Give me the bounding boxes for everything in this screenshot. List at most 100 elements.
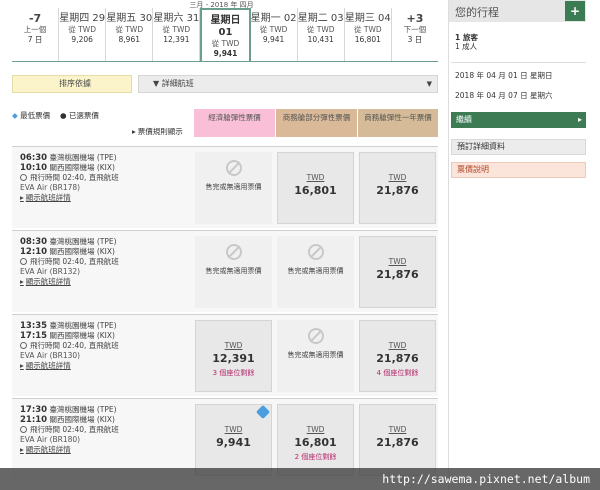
- date-divider: [12, 61, 438, 62]
- date-cell[interactable]: 星期日 01 從 TWD 9,941: [200, 8, 251, 62]
- fare-amount: 12,391: [212, 352, 255, 365]
- flight-row: 06:30 臺灣桃園機場 (TPE) 10:10 關西國際機場 (KIX) 飛行…: [12, 146, 438, 228]
- divider: [451, 62, 586, 63]
- date-bottom: 12,391: [163, 35, 190, 44]
- itinerary-title: 您的行程: [455, 6, 499, 19]
- unavailable-icon: [307, 328, 324, 344]
- flight-details-filter[interactable]: ▼ 詳細航班 ▼: [138, 75, 438, 93]
- flight-details-link[interactable]: 顯示航班詳情: [20, 361, 195, 371]
- unavailable-icon: [225, 160, 242, 176]
- departure-airport: 臺灣桃園機場 (TPE): [49, 153, 117, 162]
- fare-option[interactable]: TWD 12,391 3 個座位剩餘: [195, 320, 272, 392]
- fare-unavailable: 售完或無適用票價: [195, 236, 272, 308]
- date-bottom: 16,801: [354, 35, 381, 44]
- fare-amount: 16,801: [294, 184, 337, 197]
- legend-selected: 已選票價: [68, 111, 99, 120]
- date-top: 星期五 30: [106, 13, 153, 24]
- departure-time: 06:30: [20, 153, 48, 163]
- arrival-airport: 關西國際機場 (KIX): [49, 415, 115, 424]
- departure-date: 2018 年 04 月 01 日 星期日: [455, 71, 553, 80]
- clock-icon: [20, 342, 27, 349]
- unavailable-text: 售完或無適用票價: [205, 267, 262, 275]
- fare-amount: 16,801: [294, 436, 337, 449]
- fare-amount: 21,876: [376, 268, 419, 281]
- date-cell[interactable]: 星期三 04 從 TWD 16,801: [345, 8, 392, 62]
- airline: EVA Air (BR180): [20, 435, 81, 444]
- fare-info-button[interactable]: 票價說明: [451, 162, 586, 178]
- sort-dropdown[interactable]: 排序依據: [12, 75, 132, 93]
- flight-duration: 飛行時間 02:40, 直飛航班: [30, 341, 119, 350]
- fare-option[interactable]: TWD 21,876: [359, 236, 436, 308]
- date-mid: 從 TWD: [162, 25, 191, 34]
- date-cell[interactable]: 星期四 29 從 TWD 9,206: [59, 8, 107, 62]
- expand-plus-button[interactable]: +: [565, 1, 585, 21]
- date-top: -7: [28, 12, 42, 25]
- lowest-fare-tag-icon: ◆: [12, 111, 18, 120]
- date-top: 星期日 01: [210, 15, 241, 38]
- flight-details-link[interactable]: 顯示航班詳情: [20, 445, 195, 455]
- booking-details-button[interactable]: 預訂詳細資料: [451, 139, 586, 155]
- fare-option[interactable]: TWD 9,941: [195, 404, 272, 476]
- fare-currency: TWD: [388, 173, 407, 182]
- clock-icon: [20, 426, 27, 433]
- fare-amount: 21,876: [376, 184, 419, 197]
- departure-airport: 臺灣桃園機場 (TPE): [49, 321, 117, 330]
- date-mid: 從 TWD: [211, 39, 240, 48]
- date-mid: 從 TWD: [115, 25, 144, 34]
- arrival-airport: 關西國際機場 (KIX): [49, 163, 115, 172]
- date-bottom: 9,206: [71, 35, 93, 44]
- flight-row: 08:30 臺灣桃園機場 (TPE) 12:10 關西國際機場 (KIX) 飛行…: [12, 230, 438, 312]
- legend-lowest: 最低票價: [20, 111, 51, 120]
- return-date: 2018 年 04 月 07 日 星期六: [455, 91, 553, 100]
- flight-info: 08:30 臺灣桃園機場 (TPE) 12:10 關西國際機場 (KIX) 飛行…: [20, 237, 195, 287]
- flight-duration: 飛行時間 02:40, 直飛航班: [30, 425, 119, 434]
- chevron-right-icon: ▸: [577, 115, 582, 124]
- date-cell[interactable]: 星期六 31 從 TWD 12,391: [153, 8, 201, 62]
- next-days-button[interactable]: +3 下一個 3 日: [392, 8, 438, 62]
- departure-airport: 臺灣桃園機場 (TPE): [49, 237, 117, 246]
- flight-details-link[interactable]: 顯示航班詳情: [20, 193, 195, 203]
- date-bottom: 7 日: [27, 35, 43, 44]
- departure-time: 13:35: [20, 321, 48, 331]
- continue-button[interactable]: 繼續 ▸: [451, 112, 586, 128]
- passenger-count: 1 旅客: [455, 33, 478, 42]
- flight-info: 13:35 臺灣桃園機場 (TPE) 17:15 關西國際機場 (KIX) 飛行…: [20, 321, 195, 371]
- date-bottom: 8,961: [118, 35, 141, 44]
- fare-unavailable: 售完或無適用票價: [277, 236, 354, 308]
- fare-option[interactable]: TWD 16,801: [277, 152, 354, 224]
- date-mid: 從 TWD: [306, 25, 335, 34]
- dropdown-arrow-icon: ▼: [426, 80, 432, 88]
- date-mid: 從 TWD: [68, 25, 96, 34]
- flight-results-panel: 三月 - 2018 年 四月 -7 上一個 7 日星期四 29 從 TWD 9,206 星…: [0, 0, 443, 490]
- date-top: +3: [406, 12, 424, 25]
- date-cell[interactable]: 星期五 30 從 TWD 8,961: [106, 8, 154, 62]
- fare-currency: TWD: [388, 257, 407, 266]
- arrival-time: 21:10: [20, 415, 48, 425]
- flight-row: 13:35 臺灣桃園機場 (TPE) 17:15 關西國際機場 (KIX) 飛行…: [12, 314, 438, 396]
- fare-option[interactable]: TWD 21,876: [359, 152, 436, 224]
- date-cell[interactable]: 星期二 03 從 TWD 10,431: [298, 8, 345, 62]
- date-cell[interactable]: 星期一 02 從 TWD 9,941: [251, 8, 298, 62]
- fare-option[interactable]: TWD 21,876 4 個座位剩餘: [359, 320, 436, 392]
- column-business-partial-flex: 商務艙部分彈性票價: [276, 109, 357, 137]
- sort-label: 排序依據: [59, 79, 91, 88]
- fare-option[interactable]: TWD 16,801 2 個座位剩餘: [277, 404, 354, 476]
- unavailable-text: 售完或無適用票價: [205, 183, 262, 191]
- fare-option[interactable]: TWD 21,876: [359, 404, 436, 476]
- prev-week-button[interactable]: -7 上一個 7 日: [12, 8, 60, 62]
- fare-currency: TWD: [388, 341, 407, 350]
- date-mid: 上一個: [23, 25, 47, 34]
- arrival-time: 12:10: [20, 247, 48, 257]
- flight-details-link[interactable]: 顯示航班詳情: [20, 277, 195, 287]
- arrival-airport: 關西國際機場 (KIX): [49, 331, 115, 340]
- date-selector: -7 上一個 7 日星期四 29 從 TWD 9,206 星期五 30 從 TWD 8,961…: [12, 8, 438, 62]
- date-mid: 下一個: [403, 25, 427, 34]
- fare-rules-link[interactable]: 票價規則顯示: [132, 126, 183, 137]
- date-bottom: 9,941: [213, 49, 238, 58]
- column-business-flex-year: 商務艙彈性一年票價: [358, 109, 438, 137]
- column-economy-flex: 經濟艙彈性票價: [194, 109, 275, 137]
- unavailable-icon: [225, 244, 242, 260]
- seats-remaining: 4 個座位剩餘: [376, 369, 419, 377]
- date-top: 星期二 03: [297, 13, 344, 24]
- date-top: 星期三 04: [344, 13, 391, 24]
